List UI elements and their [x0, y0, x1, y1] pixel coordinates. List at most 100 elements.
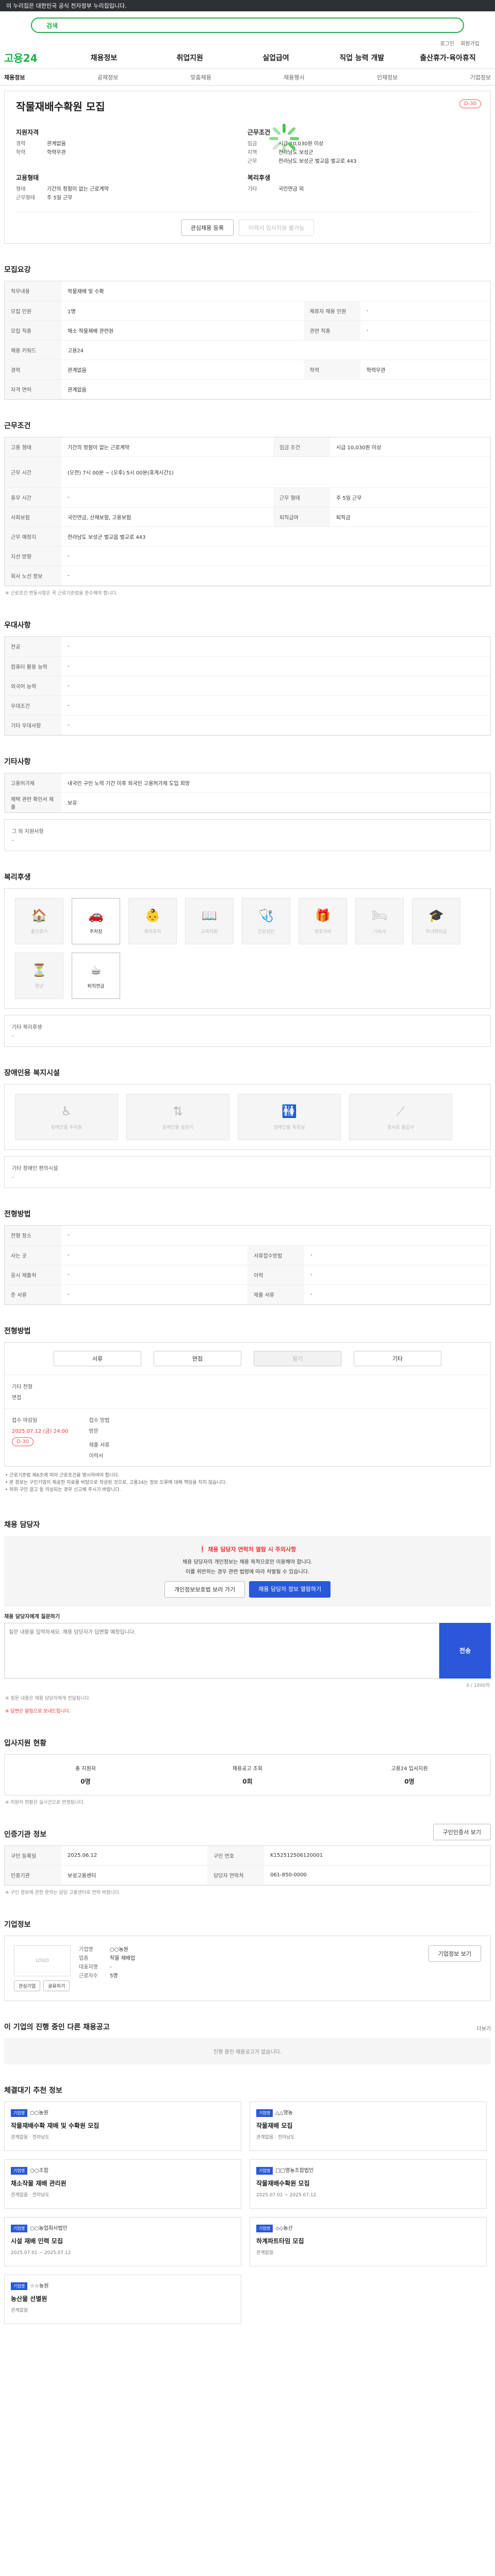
table-row: 직무내용 작물재배 및 수확 [5, 281, 490, 301]
table-value: 주 5일 근무 [329, 487, 490, 507]
certificate-button[interactable]: 구인인증서 보기 [433, 1823, 491, 1840]
company-info-button[interactable]: 기업정보 보기 [428, 1945, 481, 1962]
global-nav: 고용24 채용정보 취업지원 실업급여 직업 능력 개발 출산휴가·육아휴직 [0, 46, 495, 69]
table-value: K152512506120001 [264, 1845, 490, 1866]
table-row: 모집 직종 채소 작물재배 관련원 관련 직종 - [5, 320, 490, 341]
alert-icon: ❗ [199, 1546, 208, 1553]
table-value: - [61, 676, 490, 696]
job-tag: 기업명 [11, 2282, 28, 2290]
job-card[interactable]: 기업명 ☆☆농원 농산물 선별원 관계없음 [4, 2275, 241, 2324]
gnb-item-leave[interactable]: 출산휴가·육아휴직 [405, 53, 491, 63]
search-input[interactable]: 검색 [31, 18, 464, 33]
job-card[interactable]: 기업명 △△영농 작물재배 모집 관계없음 · 전라남도 [250, 2102, 487, 2151]
similar-jobs: 기업명 ○○농원 작물재배수확 재배 및 수확원 모집 관계없음 · 전라남도 기업명… [4, 2102, 491, 2324]
table-value: 고용24 [61, 340, 490, 360]
welfare-card: 🩺 건강검진 [242, 898, 290, 944]
disabled-heading: 장애인용 복지시설 [4, 1069, 60, 1077]
table-value: 보유 [61, 792, 490, 812]
job-card[interactable]: 기업명 □□영농조합법인 작물재배수확원 모집 2025.07.01 ~ 2025.0… [250, 2159, 487, 2209]
deadline-value: 2025.07.12 (금) 24:00 [12, 1428, 69, 1434]
recruit-heading: 모집요강 [4, 266, 31, 274]
recruit-table: 직무내용 작물재배 및 수확 모집 인원 1명 체류자 채용 인원 - 모집 직종 채소 … [4, 281, 491, 400]
lnb-item[interactable]: 공채정보 [97, 73, 118, 81]
table-key: 채용 키워드 [5, 340, 61, 360]
table-row: 전형 장소 - [5, 1226, 490, 1246]
gnb-item-benefit[interactable]: 실업급여 [233, 53, 319, 63]
facility-card: ⇅ 장애인용 승강기 [126, 1094, 229, 1140]
send-question-button[interactable]: 전송 [439, 1622, 491, 1679]
lnb-item[interactable]: 인재정보 [377, 73, 398, 81]
welfare-summary-block: 복리후생 기타 국민연금 외 [248, 173, 479, 202]
disabled-extra-value: - [12, 1175, 14, 1180]
welfare-icon: ☕ [90, 962, 102, 977]
gnb-item-jobs[interactable]: 채용정보 [61, 53, 147, 63]
question-input[interactable] [4, 1622, 439, 1679]
lnb-item[interactable]: 채용행사 [284, 73, 304, 81]
share-button[interactable]: 공유하기 [43, 1980, 70, 1991]
kv-value: 관계없음 [47, 141, 66, 147]
page-title: 작물재배수확원 모집 [16, 100, 105, 113]
kv-key: 학력 [16, 150, 26, 156]
table-row: 회사 노선 정보 - [5, 566, 490, 586]
job-tag: 기업명 [256, 2109, 273, 2117]
apply-button[interactable]: 이력서 입사지원 불가능 [239, 219, 315, 236]
table-key: 임금 조건 [273, 437, 330, 457]
bullet: • 근로기준법 제6조에 따라 근로조건을 명시하여야 합니다. [5, 1472, 120, 1478]
table-row: 휴무 시간 - 근무 형태 주 5일 근무 [5, 487, 490, 507]
kv-key: 근무 [248, 159, 257, 164]
stat-label: 채용공고 조회 [232, 1766, 263, 1772]
table-value: 시급 10,030원 이상 [329, 437, 490, 457]
welfare-label: 기숙사 [373, 929, 386, 935]
kv-value: 5명 [110, 1973, 118, 1979]
job-card[interactable]: 기업명 ○○농원 작물재배수확 재배 및 수확원 모집 관계없음 · 전라남도 [4, 2102, 241, 2151]
login-link[interactable]: 로그인 [440, 39, 455, 47]
privacy-law-button[interactable]: 개인정보보호법 보러 가기 [164, 1581, 245, 1598]
interest-button[interactable]: 관심채용 등록 [180, 219, 234, 236]
facility-card: ⟋ 경사로 출입구 [349, 1094, 452, 1140]
job-title: 작물재배수확 재배 및 수확원 모집 [11, 2122, 100, 2129]
toilet-icon: 🚻 [282, 1104, 297, 1118]
table-key: 구인 등록일 [5, 1845, 61, 1866]
table-value: - [61, 1265, 248, 1285]
table-value: 보성고용센터 [61, 1865, 208, 1885]
table-row: 컴퓨터 활용 능력 - [5, 656, 490, 676]
welfare-label: 주차장 [89, 929, 103, 935]
search-row: 검색 [0, 11, 495, 39]
table-key: 담당자 연락처 [207, 1865, 265, 1885]
job-company: □□영농조합법인 [275, 2168, 314, 2174]
follow-company-button[interactable]: 관심기업 [14, 1980, 41, 1991]
gnb-item-support[interactable]: 취업지원 [147, 53, 233, 63]
table-value: - [360, 301, 490, 321]
job-card[interactable]: 기업명 ◇◇농산 하계파트타임 모집 관계없음 [250, 2217, 487, 2266]
table-key: 퇴직급여 [273, 507, 330, 527]
lnb-item[interactable]: 맞춤채용 [190, 73, 211, 81]
job-title: 채소작물 재배 관리원 [11, 2180, 67, 2187]
facility-label: 장애인용 주차장 [51, 1125, 82, 1130]
job-meta: 2025.07.01 ~ 2025.07.12 [11, 2250, 71, 2256]
lnb-item[interactable]: 채용정보 [4, 73, 25, 81]
job-company: ☆☆농원 [30, 2283, 49, 2289]
job-card[interactable]: 기업명 ○○농업회사법인 시설 재배 인력 모집 2025.07.01 ~ 2025.… [4, 2217, 241, 2266]
applicants-heading: 입사지원 현황 [4, 1739, 47, 1748]
table-value: - [61, 696, 490, 716]
employ-heading: 고용형태 [16, 174, 39, 181]
job-title: 하계파트타임 모집 [256, 2238, 304, 2245]
more-link[interactable]: 더보기 [476, 2024, 491, 2032]
table-key: 전형 장소 [5, 1226, 61, 1246]
signup-link[interactable]: 회원가입 [460, 39, 480, 47]
other-jobs-heading: 이 기업의 진행 중인 다른 채용공고 [4, 2023, 110, 2031]
table-value: - [61, 487, 273, 507]
other-jobs-empty: 진행 중인 채용공고가 없습니다. [4, 2038, 491, 2064]
table-key: 지선 방향 [5, 546, 61, 566]
job-meta: 2025.07.01 ~ 2025.07.12 [256, 2193, 317, 2198]
lnb-item[interactable]: 기업정보 [470, 73, 491, 81]
job-tag: 기업명 [11, 2167, 28, 2175]
qna-heading: 채용 담당자에게 질문하기 [4, 1614, 60, 1620]
gnb-item-training[interactable]: 직업 능력 개발 [319, 53, 405, 63]
notice-bullets: • 근로기준법 제6조에 따라 근로조건을 명시하여야 합니다. • 본 정보는… [4, 1467, 491, 1499]
view-contact-button[interactable]: 채용 담당자 정보 열람하기 [249, 1581, 331, 1598]
job-card[interactable]: 기업명 ○○조합 채소작물 재배 관리원 관계없음 · 전라남도 [4, 2159, 241, 2209]
contact-heading: 채용 담당자 [4, 1520, 40, 1529]
logo[interactable]: 고용24 [4, 50, 61, 65]
dday-badge: D-30 [459, 99, 481, 108]
